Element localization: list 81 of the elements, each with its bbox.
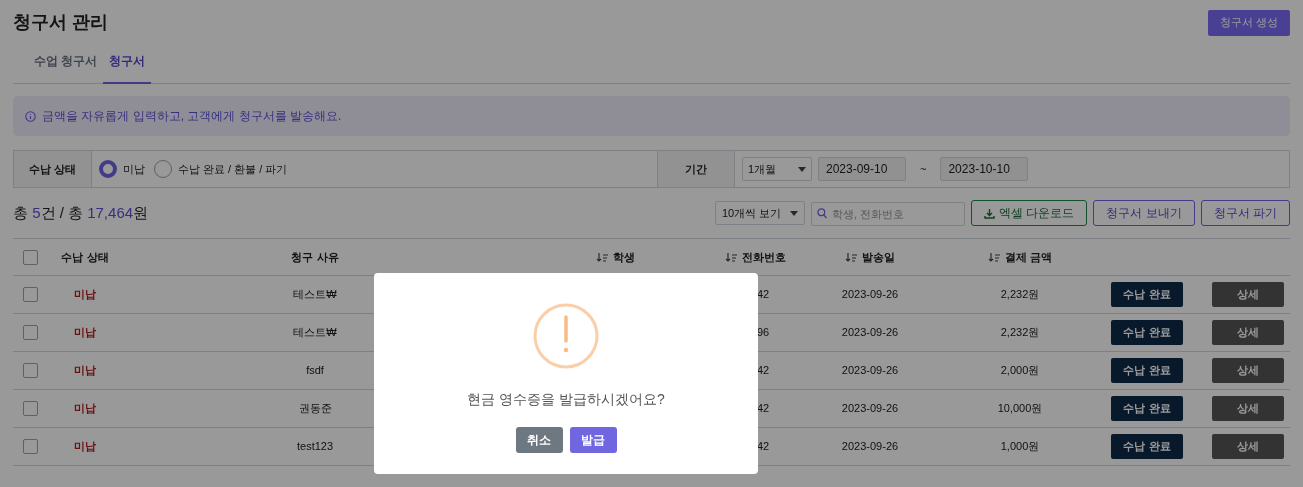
table-cell: 2,232원 (1000, 326, 1040, 339)
status-text: 미납 (74, 288, 96, 301)
status-text: 미납 (74, 326, 96, 339)
search-field[interactable]: 학생, 전화번호 (810, 202, 965, 226)
table-cell: 2,232원 (1000, 288, 1040, 301)
column-header: 청구 사유 (291, 249, 339, 265)
checkbox[interactable] (23, 249, 38, 265)
page-title: 청구서 관리 (13, 11, 108, 34)
sort-icon[interactable] (987, 251, 1001, 263)
table-cell: 테스트₩ (293, 326, 337, 339)
table-cell: 42 (757, 288, 770, 301)
toolbar-button[interactable]: 청구서 보내기 (1093, 200, 1195, 226)
date-field[interactable]: 2023-09-10 (818, 157, 906, 181)
table-cell: fsdf (306, 364, 324, 377)
table-cell: 2023-09-26 (841, 364, 899, 377)
filter-label: 기간 (657, 151, 735, 187)
table-cell: 테스트₩ (293, 288, 337, 301)
checkbox[interactable] (23, 439, 38, 454)
sort-icon[interactable] (724, 251, 738, 263)
radio-label: 미납 (123, 161, 145, 177)
payment-complete-button[interactable]: 수납 완료 (1111, 396, 1183, 421)
column-header: 전화번호 (741, 249, 786, 265)
payment-complete-button[interactable]: 수납 완료 (1111, 434, 1183, 459)
sort-icon[interactable] (595, 251, 609, 263)
page-size-select[interactable]: 10개씩 보기 (714, 201, 805, 225)
caret-icon (789, 210, 798, 216)
excel-download-button[interactable]: 엑셀 다운로드 (970, 200, 1088, 226)
toolbar-button[interactable]: 청구서 파기 (1200, 200, 1290, 226)
info-icon (25, 110, 36, 122)
table-cell: 2023-09-26 (841, 326, 899, 339)
detail-button[interactable]: 상세 (1212, 396, 1284, 421)
status-text: 미납 (74, 402, 96, 415)
tab[interactable]: 청구서 (103, 52, 152, 84)
checkbox[interactable] (23, 363, 38, 378)
search-icon (816, 208, 827, 219)
table-cell: 42 (757, 440, 770, 453)
table-cell: 2023-09-26 (841, 440, 899, 453)
table-cell: 2023-09-26 (841, 288, 899, 301)
table-cell: 42 (757, 364, 770, 377)
radio-button[interactable] (99, 160, 117, 178)
info-text: 금액을 자유롭게 입력하고, 고객에게 청구서를 발송해요. (42, 108, 342, 125)
summary-text: 총 5건 / 총 17,464원 (13, 202, 149, 223)
warning-icon (533, 303, 599, 369)
column-header: 발송일 (862, 249, 895, 265)
table-cell: 2,000원 (1000, 364, 1040, 377)
radio-button[interactable] (154, 160, 172, 178)
column-header: 학생 (612, 249, 635, 265)
dialog-message: 현금 영수증을 발급하시겠어요? (467, 390, 665, 409)
table-cell: 10,000원 (997, 402, 1043, 415)
column-header: 수납 상태 (61, 249, 109, 265)
checkbox[interactable] (23, 287, 38, 302)
table-cell: 42 (757, 402, 770, 415)
detail-button[interactable]: 상세 (1212, 434, 1284, 459)
detail-button[interactable]: 상세 (1212, 358, 1284, 383)
table-cell: 권동준 (298, 402, 332, 415)
checkbox[interactable] (23, 401, 38, 416)
detail-button[interactable]: 상세 (1212, 282, 1284, 307)
table-cell: 2023-09-26 (841, 402, 899, 415)
filter-label: 수납 상태 (14, 151, 92, 187)
detail-button[interactable]: 상세 (1212, 320, 1284, 345)
date-field[interactable]: 2023-10-10 (940, 157, 1029, 181)
sort-icon[interactable] (845, 251, 858, 263)
table-cell: 96 (757, 326, 770, 339)
download-icon (983, 207, 995, 219)
create-invoice-button[interactable]: 청구서 생성 (1207, 9, 1290, 36)
table-cell: 1,000원 (1000, 440, 1040, 453)
period-select[interactable]: 1개월 (742, 157, 812, 181)
date-separator: ~ (919, 161, 928, 177)
payment-complete-button[interactable]: 수납 완료 (1111, 282, 1183, 307)
tab[interactable]: 수업 청구서 (28, 52, 104, 84)
confirm-button[interactable]: 발급 (569, 427, 617, 453)
payment-complete-button[interactable]: 수납 완료 (1111, 320, 1183, 345)
payment-complete-button[interactable]: 수납 완료 (1111, 358, 1183, 383)
table-cell: test123 (296, 440, 334, 453)
cancel-button[interactable]: 취소 (515, 427, 563, 453)
checkbox[interactable] (23, 325, 38, 340)
radio-label: 수납 완료 / 환불 / 파기 (178, 161, 288, 177)
column-header: 결제 금액 (1004, 249, 1053, 265)
status-text: 미납 (74, 440, 96, 453)
status-text: 미납 (74, 364, 96, 377)
caret-icon (798, 166, 806, 172)
